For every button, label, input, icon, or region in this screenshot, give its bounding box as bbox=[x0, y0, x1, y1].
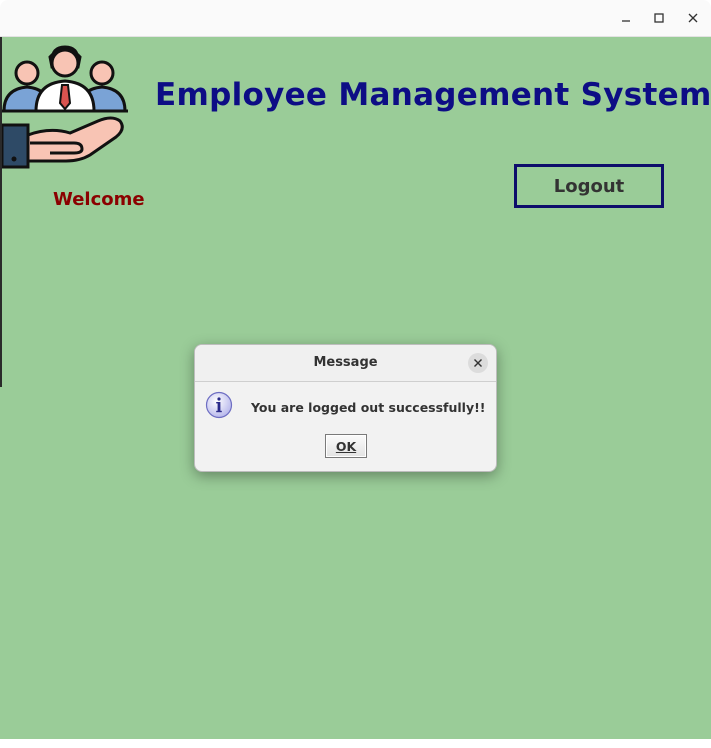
background-strip bbox=[0, 739, 711, 748]
minimize-icon bbox=[622, 20, 630, 22]
close-icon bbox=[474, 359, 482, 367]
window-edge bbox=[0, 37, 2, 387]
app-title: Employee Management System bbox=[155, 77, 711, 113]
application-window: Employee Management System Logout Welcom… bbox=[0, 0, 711, 748]
minimize-button[interactable] bbox=[614, 6, 638, 30]
employee-management-logo bbox=[0, 45, 128, 169]
maximize-icon bbox=[654, 13, 664, 23]
dialog-message: You are logged out successfully!! bbox=[251, 400, 486, 415]
dialog-header[interactable]: Message bbox=[195, 345, 496, 382]
welcome-label: Welcome bbox=[53, 189, 145, 210]
close-icon bbox=[688, 13, 698, 23]
dialog-close-button[interactable] bbox=[468, 353, 488, 373]
window-close-button[interactable] bbox=[681, 6, 705, 30]
message-dialog: Message You are logged out successfully!… bbox=[194, 344, 497, 472]
info-icon bbox=[205, 391, 233, 419]
window-titlebar[interactable] bbox=[0, 0, 711, 37]
dialog-title: Message bbox=[313, 355, 378, 370]
ok-button[interactable]: OK bbox=[325, 434, 367, 458]
ok-button-label: OK bbox=[335, 438, 357, 454]
logout-button[interactable]: Logout bbox=[514, 164, 664, 208]
maximize-button[interactable] bbox=[647, 6, 671, 30]
